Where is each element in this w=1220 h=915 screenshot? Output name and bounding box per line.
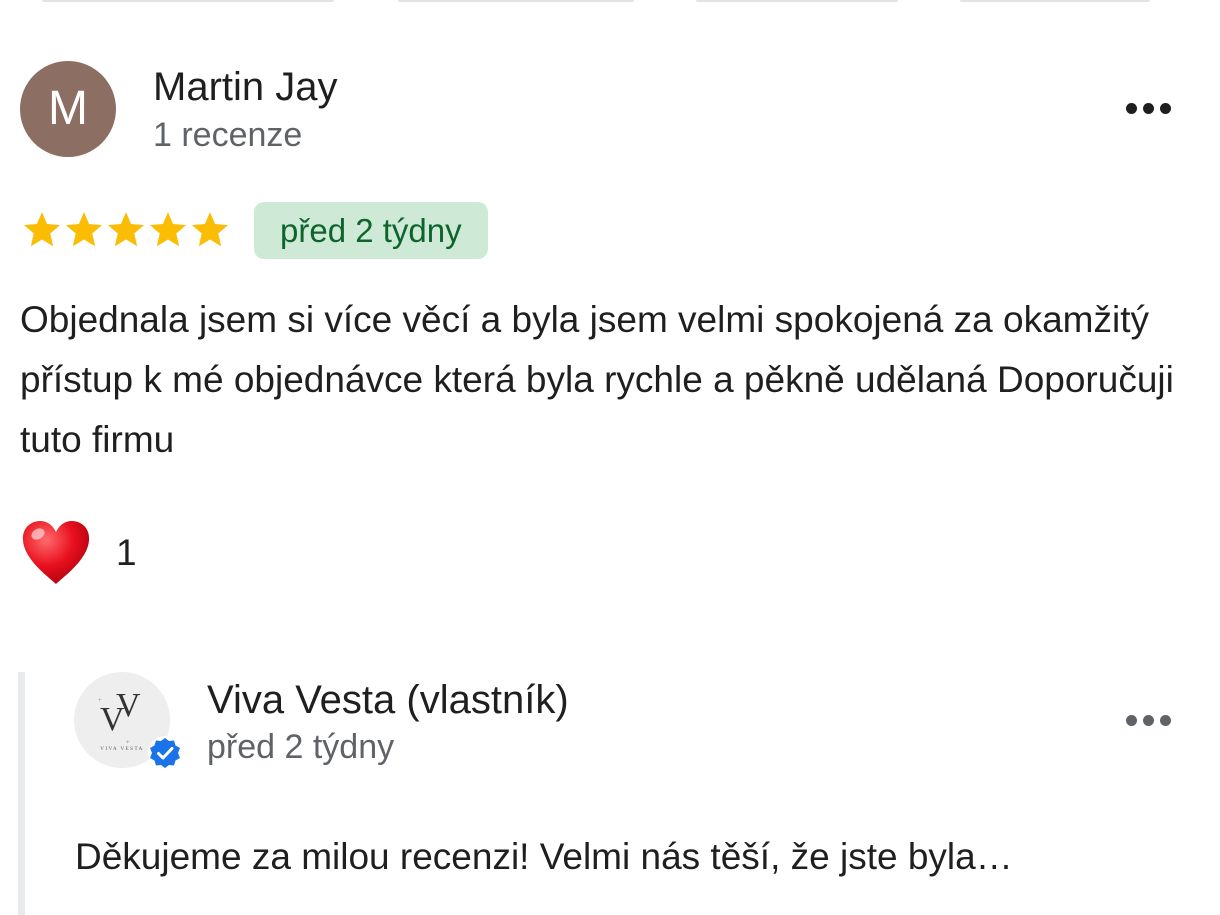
reviewer-review-count: 1 recenze (153, 116, 303, 154)
owner-reply-text[interactable]: Děkujeme za milou recenzi! Velmi nás těš… (75, 830, 1175, 884)
review-card: M Martin Jay 1 recenze před 2 týdny Obje… (0, 0, 1220, 915)
svg-text:+: + (98, 698, 102, 704)
filter-chip[interactable] (696, 0, 898, 2)
reply-more-options-button[interactable] (1118, 700, 1178, 740)
svg-text:VIVA VESTA: VIVA VESTA (100, 747, 143, 752)
top-filter-chips (0, 0, 1220, 4)
star-icon (23, 212, 61, 247)
reaction-button[interactable]: 1 (20, 518, 137, 588)
filter-chip[interactable] (42, 0, 334, 2)
review-text: Objednala jsem si více věcí a byla jsem … (20, 299, 1174, 460)
star-icon (191, 212, 229, 247)
svg-text:V: V (116, 687, 141, 724)
more-horiz-icon (1125, 102, 1137, 114)
reaction-count: 1 (116, 532, 137, 573)
star-icon (149, 212, 187, 247)
star-icon (65, 212, 103, 247)
star-rating (21, 206, 231, 254)
more-horiz-icon-dot (1159, 102, 1171, 114)
more-horiz-icon-dot (1142, 102, 1154, 114)
review-time-badge: před 2 týdny (254, 202, 488, 259)
verified-badge-icon (148, 736, 182, 770)
reviewer-name[interactable]: Martin Jay (153, 63, 338, 111)
more-horiz-icon-dot (1159, 714, 1171, 726)
owner-name: Viva Vesta (vlastník) (207, 678, 569, 722)
heart-icon (22, 521, 90, 584)
review-more-options-button[interactable] (1118, 88, 1178, 128)
more-horiz-icon-dot (1142, 714, 1154, 726)
reviewer-avatar[interactable]: M (20, 61, 116, 157)
star-icon (107, 212, 145, 247)
svg-text:+: + (126, 740, 130, 746)
filter-chip[interactable] (960, 0, 1150, 2)
more-horiz-icon (1125, 714, 1137, 726)
filter-chip[interactable] (398, 0, 634, 2)
reply-indent-bar (18, 672, 25, 915)
owner-reply-time: před 2 týdny (207, 728, 395, 766)
